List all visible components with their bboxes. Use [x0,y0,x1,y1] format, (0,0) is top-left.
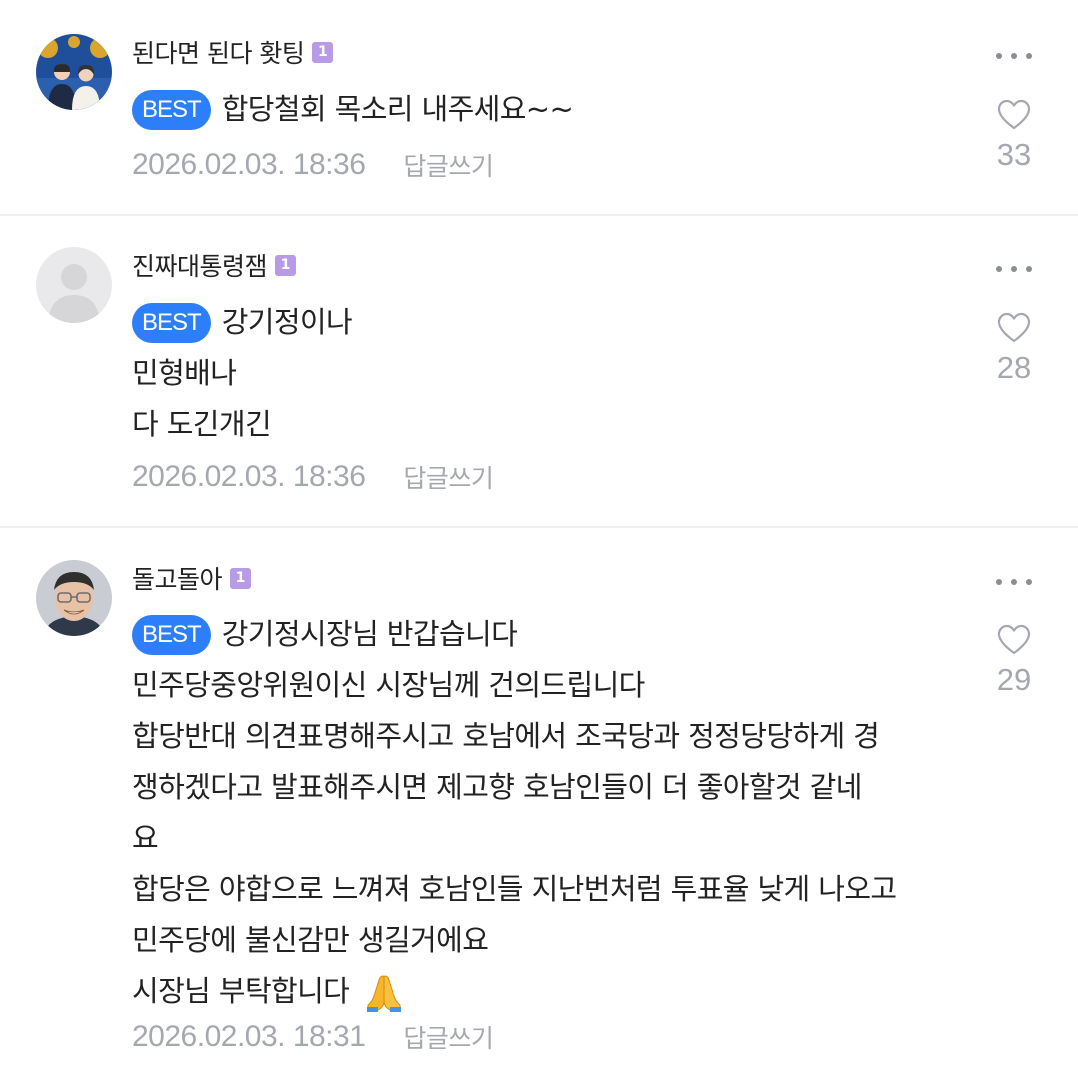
more-options-icon[interactable] [996,49,1032,63]
like-box: 33 [990,99,1038,173]
comment-timestamp: 2026.02.03. 18:31 [132,1020,366,1053]
comment-line-text: 민형배나 [132,356,237,390]
comment-line-text: 민주당중앙위원이신 시장님께 건의드립니다 [132,668,645,702]
level-badge: 1 [312,41,334,63]
comment-line: BEST 합당철회 목소리 내주세요~~ [132,84,962,135]
comment-line-text: 쟁하겠다고 발표해주시면 제고향 호남인들이 더 좋아할것 같네 [132,770,862,804]
comment-body: BEST 합당철회 목소리 내주세요~~ [132,84,962,135]
like-box: 29 [990,624,1038,698]
heart-icon[interactable] [997,624,1031,656]
man-glasses-photo-avatar-icon [36,560,112,636]
author-avatar[interactable] [36,247,112,323]
comment-timestamp: 2026.02.03. 18:36 [132,148,366,181]
more-options-icon[interactable] [996,575,1032,589]
more-options-icon[interactable] [996,262,1032,276]
reply-button[interactable]: 답글쓰기 [403,1019,494,1055]
default-user-avatar-icon [36,247,112,323]
like-count: 28 [996,350,1032,385]
level-badge: 1 [275,254,297,276]
like-count: 33 [996,137,1032,172]
comment-line-text: 합당반대 의견표명해주시고 호남에서 조국당과 정정당당하게 경 [132,719,880,753]
comment-line-text: 시장님 부탁합니다 [132,974,350,1008]
comment-line: 시장님 부탁합니다 [132,966,962,1017]
comment-line: BEST 강기정이나 [132,297,962,348]
author-row: 돌고돌아 1 [132,560,252,596]
reply-button[interactable]: 답글쓰기 [403,459,494,495]
comment-meta: 2026.02.03. 18:36 답글쓰기 [132,457,494,497]
best-badge: BEST [132,614,211,655]
like-count: 29 [996,662,1032,697]
author-avatar[interactable] [36,34,112,110]
comment-meta: 2026.02.03. 18:36 답글쓰기 [132,145,494,185]
couple-photo-avatar-icon [36,34,112,110]
folded-hands-icon [367,974,402,1012]
reply-button[interactable]: 답글쓰기 [403,147,494,183]
comment-line-text: 민주당에 불신감만 생길거에요 [132,923,489,957]
heart-icon[interactable] [997,312,1031,344]
comment-body: BEST 강기정시장님 반갑습니다 민주당중앙위원이신 시장님께 건의드립니다 … [132,609,962,1017]
author-name[interactable]: 돌고돌아 [132,560,223,596]
comment-meta: 2026.02.03. 18:31 답글쓰기 [132,1017,494,1057]
comment-divider [0,214,1078,216]
like-box: 28 [990,312,1038,386]
comment-line-text: 요 [132,821,159,855]
comment-line: BEST 강기정시장님 반갑습니다 [132,609,962,660]
level-badge: 1 [230,567,252,589]
comment-body: BEST 강기정이나 민형배나 다 도긴개긴 [132,297,962,450]
author-name[interactable]: 된다면 된다 홧팅 [132,34,305,70]
author-row: 된다면 된다 홧팅 1 [132,34,334,70]
comment-line-text: 합당철회 목소리 내주세요~~ [221,92,574,126]
comment-line-text: 합당은 야합으로 느껴져 호남인들 지난번처럼 투표율 낮게 나오고 [132,872,897,906]
comment-divider [0,526,1078,528]
comment-line-text: 다 도긴개긴 [132,407,272,441]
author-row: 진짜대통령잼 1 [132,247,297,283]
best-badge: BEST [132,89,211,130]
author-name[interactable]: 진짜대통령잼 [132,247,268,283]
comment-timestamp: 2026.02.03. 18:36 [132,460,366,493]
comment-line-text: 강기정시장님 반갑습니다 [221,617,518,651]
comment-line-text: 강기정이나 [221,305,353,339]
best-badge: BEST [132,302,211,343]
author-avatar[interactable] [36,560,112,636]
heart-icon[interactable] [997,99,1031,131]
